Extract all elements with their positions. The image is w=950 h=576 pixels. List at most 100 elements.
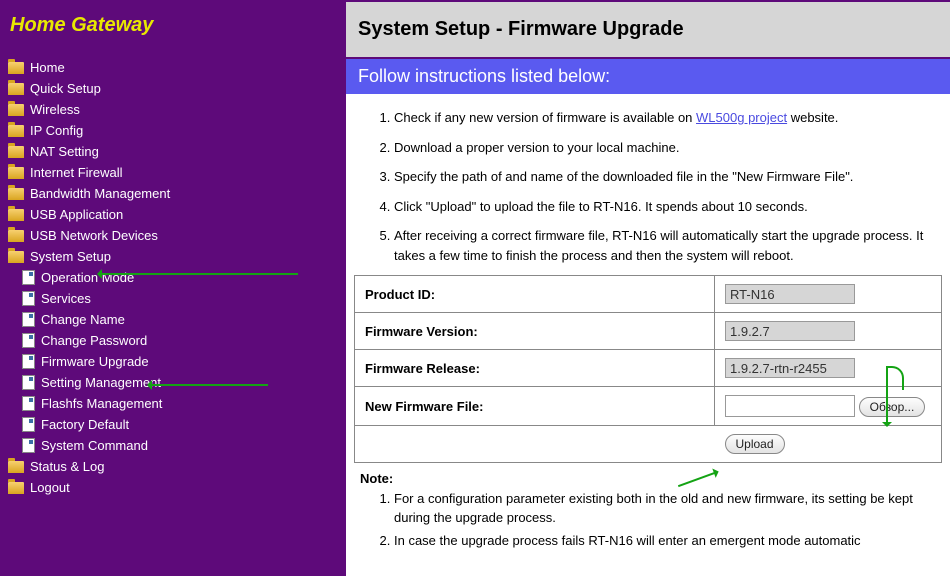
- new-firmware-file-input[interactable]: [725, 395, 855, 417]
- nav-label: NAT Setting: [30, 144, 99, 159]
- nav-home[interactable]: Home: [8, 57, 338, 78]
- nav-wireless[interactable]: Wireless: [8, 99, 338, 120]
- document-icon: [22, 417, 35, 432]
- subnav-services[interactable]: Services: [8, 288, 338, 309]
- document-icon: [22, 375, 35, 390]
- document-icon: [22, 396, 35, 411]
- nav-label: Setting Management: [41, 375, 161, 390]
- nav-label: Internet Firewall: [30, 165, 122, 180]
- document-icon: [22, 354, 35, 369]
- subnav-change-password[interactable]: Change Password: [8, 330, 338, 351]
- nav-nat-setting[interactable]: NAT Setting: [8, 141, 338, 162]
- row-upload: Upload: [355, 426, 942, 463]
- document-icon: [22, 333, 35, 348]
- step-4: Click "Upload" to upload the file to RT-…: [394, 197, 942, 217]
- page-title: System Setup - Firmware Upgrade: [358, 18, 938, 41]
- folder-icon: [8, 230, 24, 242]
- nav-label: USB Application: [30, 207, 123, 222]
- nav-label: Quick Setup: [30, 81, 101, 96]
- step-3: Specify the path of and name of the down…: [394, 167, 942, 187]
- nav-label: Wireless: [30, 102, 80, 117]
- sidebar-title: Home Gateway: [8, 10, 338, 57]
- nav-label: Logout: [30, 480, 70, 495]
- nav-bandwidth-management[interactable]: Bandwidth Management: [8, 183, 338, 204]
- main-panel: System Setup - Firmware Upgrade Follow i…: [346, 0, 950, 576]
- nav-logout[interactable]: Logout: [8, 477, 338, 498]
- label-product-id: Product ID:: [355, 276, 715, 313]
- nav-ip-config[interactable]: IP Config: [8, 120, 338, 141]
- folder-icon: [8, 461, 24, 473]
- folder-icon: [8, 125, 24, 137]
- row-firmware-version: Firmware Version: 1.9.2.7: [355, 313, 942, 350]
- folder-icon: [8, 104, 24, 116]
- folder-icon: [8, 146, 24, 158]
- browse-button[interactable]: Обзор...: [859, 397, 926, 417]
- nav-internet-firewall[interactable]: Internet Firewall: [8, 162, 338, 183]
- note-1: For a configuration parameter existing b…: [394, 490, 942, 528]
- folder-icon: [8, 62, 24, 74]
- nav-usb-application[interactable]: USB Application: [8, 204, 338, 225]
- value-product-id: RT-N16: [725, 284, 855, 304]
- label-firmware-version: Firmware Version:: [355, 313, 715, 350]
- content-area: Check if any new version of firmware is …: [346, 94, 950, 576]
- subnav-operation-mode[interactable]: Operation Mode: [8, 267, 338, 288]
- nav-label: Change Password: [41, 333, 147, 348]
- annotation-arrow-icon: [886, 366, 904, 390]
- step-text: Check if any new version of firmware is …: [394, 110, 696, 125]
- note-list: For a configuration parameter existing b…: [354, 490, 942, 551]
- folder-icon: [8, 83, 24, 95]
- document-icon: [22, 270, 35, 285]
- label-new-firmware-file: New Firmware File:: [355, 387, 715, 426]
- nav-label: Services: [41, 291, 91, 306]
- nav-label: Status & Log: [30, 459, 104, 474]
- nav-label: Factory Default: [41, 417, 129, 432]
- nav-label: System Command: [41, 438, 148, 453]
- instructions-header: Follow instructions listed below:: [346, 59, 950, 94]
- sidebar: Home Gateway Home Quick Setup Wireless I…: [0, 0, 346, 576]
- nav-usb-network-devices[interactable]: USB Network Devices: [8, 225, 338, 246]
- folder-icon: [8, 251, 24, 263]
- subnav-change-name[interactable]: Change Name: [8, 309, 338, 330]
- page-title-bar: System Setup - Firmware Upgrade: [346, 2, 950, 57]
- nav-quick-setup[interactable]: Quick Setup: [8, 78, 338, 99]
- annotation-arrow-icon: [98, 273, 298, 275]
- value-firmware-version: 1.9.2.7: [725, 321, 855, 341]
- note-2: In case the upgrade process fails RT-N16…: [394, 532, 942, 551]
- subnav-firmware-upgrade[interactable]: Firmware Upgrade: [8, 351, 338, 372]
- row-firmware-release: Firmware Release: 1.9.2.7-rtn-r2455: [355, 350, 942, 387]
- value-firmware-release: 1.9.2.7-rtn-r2455: [725, 358, 855, 378]
- subnav-flashfs-management[interactable]: Flashfs Management: [8, 393, 338, 414]
- nav-label: Home: [30, 60, 65, 75]
- nav-status-log[interactable]: Status & Log: [8, 456, 338, 477]
- nav-label: Firmware Upgrade: [41, 354, 149, 369]
- wl500g-link[interactable]: WL500g project: [696, 110, 787, 125]
- firmware-info-table: Product ID: RT-N16 Firmware Version: 1.9…: [354, 275, 942, 463]
- note-heading: Note:: [354, 463, 942, 490]
- folder-icon: [8, 167, 24, 179]
- instructions-list: Check if any new version of firmware is …: [354, 108, 942, 265]
- folder-icon: [8, 482, 24, 494]
- nav-label: System Setup: [30, 249, 111, 264]
- step-text: website.: [787, 110, 838, 125]
- folder-icon: [8, 188, 24, 200]
- folder-icon: [8, 209, 24, 221]
- document-icon: [22, 312, 35, 327]
- step-2: Download a proper version to your local …: [394, 138, 942, 158]
- nav-label: IP Config: [30, 123, 83, 138]
- document-icon: [22, 438, 35, 453]
- subnav-system-command[interactable]: System Command: [8, 435, 338, 456]
- row-new-firmware-file: New Firmware File: Обзор...: [355, 387, 942, 426]
- nav-system-setup[interactable]: System Setup: [8, 246, 338, 267]
- step-1: Check if any new version of firmware is …: [394, 108, 942, 128]
- subnav-setting-management[interactable]: Setting Management: [8, 372, 338, 393]
- nav-label: USB Network Devices: [30, 228, 158, 243]
- annotation-arrow-icon: [148, 384, 268, 386]
- nav-label: Bandwidth Management: [30, 186, 170, 201]
- nav-label: Flashfs Management: [41, 396, 162, 411]
- document-icon: [22, 291, 35, 306]
- row-product-id: Product ID: RT-N16: [355, 276, 942, 313]
- nav-label: Change Name: [41, 312, 125, 327]
- upload-button[interactable]: Upload: [725, 434, 785, 454]
- step-5: After receiving a correct firmware file,…: [394, 226, 942, 265]
- subnav-factory-default[interactable]: Factory Default: [8, 414, 338, 435]
